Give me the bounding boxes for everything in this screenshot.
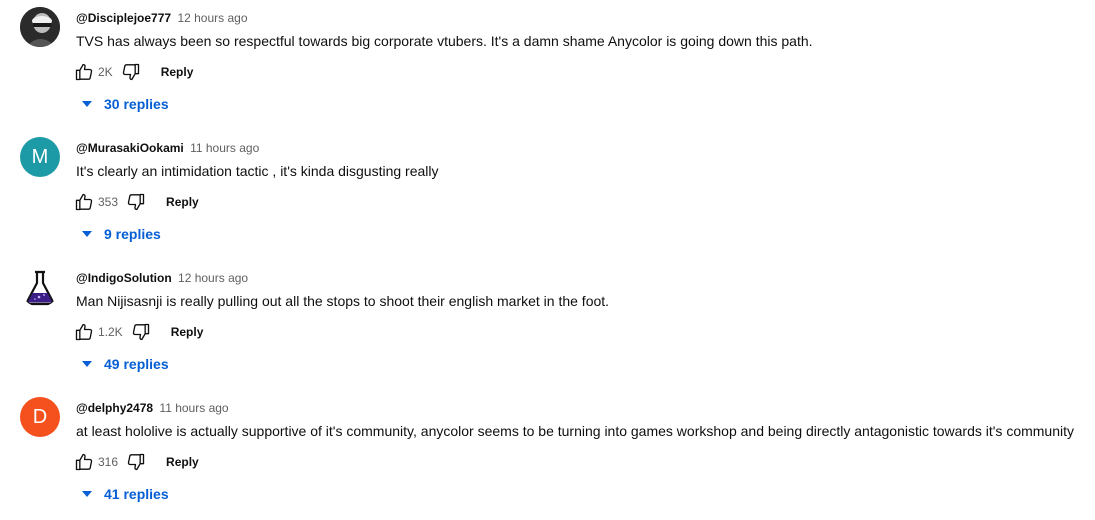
like-count: 2K [98, 65, 113, 79]
comment-text: TVS has always been so respectful toward… [76, 33, 813, 49]
replies-count: 49 replies [104, 356, 169, 372]
view-replies-button[interactable]: 30 replies [80, 94, 169, 114]
comment-thread: D @delphy2478 11 hours ago at least holo… [0, 390, 1095, 520]
author-name[interactable]: @IndigoSolution [76, 271, 172, 285]
like-count: 353 [98, 195, 119, 209]
like-count: 1.2K [98, 325, 123, 339]
comment-header: @Disciplejoe777 12 hours ago [76, 10, 248, 26]
thumbs-down-icon [122, 63, 139, 81]
flask-icon [26, 270, 54, 306]
comment-header: @delphy2478 11 hours ago [76, 400, 229, 416]
author-name[interactable]: @MurasakiOokami [76, 141, 184, 155]
caret-down-icon [82, 231, 92, 237]
comment-thread: M @MurasakiOokami 11 hours ago It's clea… [0, 130, 1095, 260]
thumbs-down-icon [127, 193, 145, 211]
thumbs-up-icon [75, 453, 93, 471]
dislike-button[interactable] [124, 450, 148, 474]
reply-button[interactable]: Reply [166, 195, 199, 209]
reply-button[interactable]: Reply [161, 65, 194, 79]
comment-thread: @Disciplejoe777 12 hours ago TVS has alw… [0, 0, 1095, 130]
dislike-button[interactable] [124, 190, 148, 214]
avatar-letter: D [32, 406, 48, 428]
thumbs-up-icon [75, 63, 93, 81]
author-name[interactable]: @Disciplejoe777 [76, 11, 171, 25]
like-button[interactable] [72, 190, 96, 214]
like-button[interactable] [72, 60, 96, 84]
comment-actions: 316 Reply [72, 450, 199, 474]
person-photo-icon [20, 7, 60, 47]
caret-down-icon [82, 361, 92, 367]
thumbs-down-icon [132, 323, 149, 341]
comment-actions: 2K Reply [72, 60, 193, 84]
comment-time[interactable]: 12 hours ago [177, 11, 247, 25]
avatar[interactable] [20, 267, 60, 307]
replies-count: 41 replies [104, 486, 169, 502]
replies-count: 30 replies [104, 96, 169, 112]
comment-text: at least hololive is actually supportive… [76, 423, 1075, 439]
comment-time[interactable]: 11 hours ago [190, 141, 259, 155]
comment-time[interactable]: 11 hours ago [159, 401, 228, 415]
comment-header: @MurasakiOokami 11 hours ago [76, 140, 259, 156]
avatar[interactable]: D [20, 397, 60, 437]
comment-header: @IndigoSolution 12 hours ago [76, 270, 248, 286]
view-replies-button[interactable]: 49 replies [80, 354, 169, 374]
view-replies-button[interactable]: 9 replies [80, 224, 161, 244]
comment-actions: 1.2K Reply [72, 320, 203, 344]
thumbs-down-icon [127, 453, 145, 471]
dislike-button[interactable] [119, 60, 143, 84]
comment-actions: 353 Reply [72, 190, 199, 214]
author-name[interactable]: @delphy2478 [76, 401, 153, 415]
caret-down-icon [82, 491, 92, 497]
avatar-letter: M [31, 146, 49, 168]
caret-down-icon [82, 101, 92, 107]
like-count: 316 [98, 455, 119, 469]
reply-button[interactable]: Reply [166, 455, 199, 469]
comment-text: It's clearly an intimidation tactic , it… [76, 163, 439, 179]
comment-thread: @IndigoSolution 12 hours ago Man Nijisas… [0, 260, 1095, 390]
view-replies-button[interactable]: 41 replies [80, 484, 169, 504]
thumbs-up-icon [75, 323, 93, 341]
like-button[interactable] [72, 450, 96, 474]
avatar[interactable] [20, 7, 60, 47]
like-button[interactable] [72, 320, 96, 344]
dislike-button[interactable] [129, 320, 153, 344]
reply-button[interactable]: Reply [171, 325, 204, 339]
replies-count: 9 replies [104, 226, 161, 242]
thumbs-up-icon [75, 193, 93, 211]
comment-time[interactable]: 12 hours ago [178, 271, 248, 285]
avatar[interactable]: M [20, 137, 60, 177]
comment-text: Man Nijisasnji is really pulling out all… [76, 293, 610, 309]
